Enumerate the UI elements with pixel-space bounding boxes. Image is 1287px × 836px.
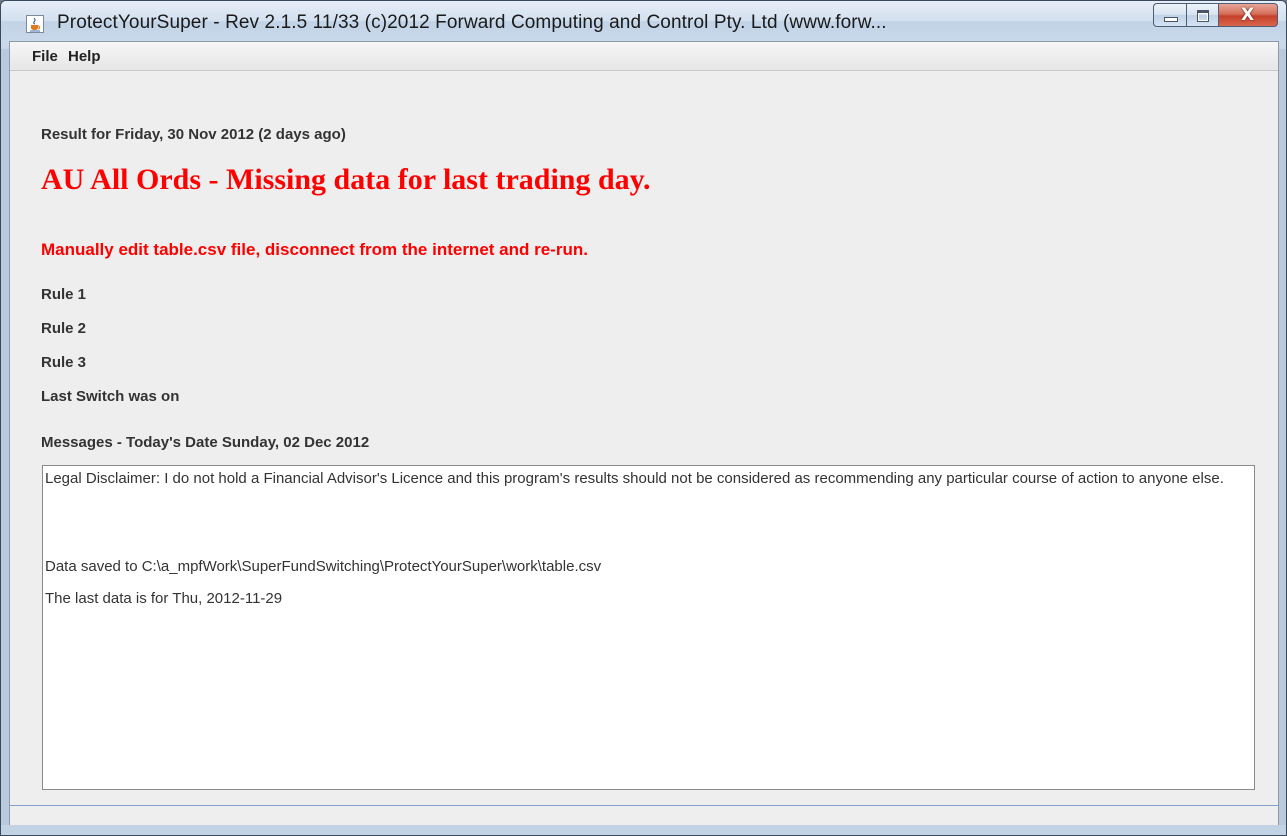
rule-3-label: Rule 3 [41, 354, 87, 371]
minimize-button[interactable] [1153, 3, 1186, 27]
java-cup-icon[interactable] [26, 15, 44, 33]
result-date-label: Result for Friday, 30 Nov 2012 (2 days a… [41, 126, 346, 143]
close-button[interactable]: X [1219, 3, 1278, 27]
messages-header: Messages - Today's Date Sunday, 02 Dec 2… [41, 434, 370, 451]
result-headline: AU All Ords - Missing data for last trad… [41, 163, 651, 196]
menu-bar: File Help [10, 42, 1278, 71]
maximize-button[interactable] [1186, 3, 1219, 27]
menu-file[interactable]: File [32, 48, 58, 65]
rule-1-label: Rule 1 [41, 286, 87, 303]
last-switch-label: Last Switch was on [41, 388, 180, 405]
instruction-text: Manually edit table.csv file, disconnect… [41, 240, 588, 259]
close-icon: X [1240, 5, 1255, 25]
window-bottom-border [1, 825, 1286, 835]
disclaimer-text: Legal Disclaimer: I do not hold a Financ… [45, 470, 1224, 487]
title-bar[interactable]: ProtectYourSuper - Rev 2.1.5 11/33 (c)20… [1, 1, 1286, 41]
messages-textarea[interactable]: Legal Disclaimer: I do not hold a Financ… [42, 465, 1255, 790]
rule-2-label: Rule 2 [41, 320, 87, 337]
window-controls: X [1153, 3, 1278, 27]
app-window: ProtectYourSuper - Rev 2.1.5 11/33 (c)20… [0, 0, 1287, 836]
client-area: File Help Result for Friday, 30 Nov 2012… [9, 41, 1279, 827]
last-data-text: The last data is for Thu, 2012-11-29 [45, 590, 283, 607]
window-title: ProtectYourSuper - Rev 2.1.5 11/33 (c)20… [57, 12, 887, 33]
data-saved-text: Data saved to C:\a_mpfWork\SuperFundSwit… [45, 558, 602, 575]
menu-help[interactable]: Help [68, 48, 101, 65]
status-divider [10, 805, 1278, 806]
main-panel: Result for Friday, 30 Nov 2012 (2 days a… [10, 70, 1278, 826]
